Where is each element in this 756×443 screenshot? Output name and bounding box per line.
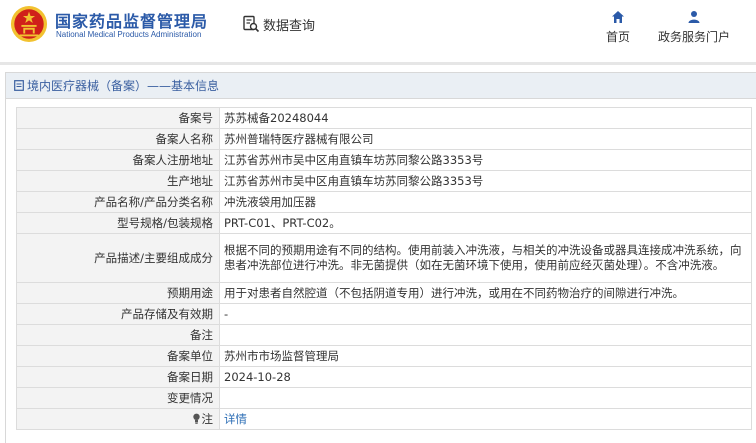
field-label: 备案人名称 bbox=[16, 128, 220, 150]
note-label-cell: 注 bbox=[16, 408, 220, 430]
basic-info-table: 备案号 苏苏械备20248044 备案人名称 苏州普瑞特医疗器械有限公司 备案人注册地址… bbox=[16, 107, 752, 430]
nav-home-label: 首页 bbox=[605, 30, 630, 44]
list-icon bbox=[14, 80, 24, 91]
field-label: 备案单位 bbox=[16, 345, 220, 367]
table-row: 备注 bbox=[16, 324, 752, 346]
site-header: 国家药品监督管理局 National Medical Products Admi… bbox=[0, 0, 756, 65]
field-label: 备案日期 bbox=[16, 366, 220, 388]
field-value bbox=[219, 387, 752, 409]
panel-header: 境内医疗器械（备案）——基本信息 bbox=[6, 73, 756, 99]
field-label: 产品存储及有效期 bbox=[16, 303, 220, 325]
table-row: 预期用途 用于对患者自然腔道（不包括阴道专用）进行冲洗，或用在不同药物治疗的间隙进… bbox=[16, 282, 752, 304]
field-value bbox=[219, 324, 752, 346]
note-label: 注 bbox=[201, 411, 214, 426]
document-search-icon bbox=[243, 15, 260, 33]
user-icon bbox=[688, 11, 700, 23]
bulb-icon bbox=[192, 413, 200, 424]
table-row: 备案人注册地址 江苏省苏州市吴中区甪直镇车坊苏同黎公路3353号 bbox=[16, 149, 752, 171]
table-row: 产品名称/产品分类名称 冲洗液袋用加压器 bbox=[16, 191, 752, 213]
field-value: 苏苏械备20248044 bbox=[219, 107, 752, 129]
field-label: 产品名称/产品分类名称 bbox=[16, 191, 220, 213]
field-label: 生产地址 bbox=[16, 170, 220, 192]
field-value: PRT-C01、PRT-C02。 bbox=[219, 212, 752, 234]
details-link[interactable]: 详情 bbox=[224, 412, 247, 426]
org-name-cn: 国家药品监督管理局 bbox=[55, 12, 209, 31]
field-label: 产品描述/主要组成成分 bbox=[16, 233, 220, 283]
table-row: 备案单位 苏州市市场监督管理局 bbox=[16, 345, 752, 367]
field-value: 根据不同的预期用途有不同的结构。使用前装入冲洗液，与相关的冲洗设备或器具连接成冲… bbox=[219, 233, 752, 283]
field-label: 备案号 bbox=[16, 107, 220, 129]
table-row: 型号规格/包装规格 PRT-C01、PRT-C02。 bbox=[16, 212, 752, 234]
nav-service-label: 政务服务门户 bbox=[657, 30, 730, 44]
table-row: 备案号 苏苏械备20248044 bbox=[16, 107, 752, 129]
nav-service-portal[interactable]: 政务服务门户 bbox=[654, 10, 734, 45]
data-query-link[interactable]: 数据查询 bbox=[242, 14, 315, 34]
table-row: 产品描述/主要组成成分 根据不同的预期用途有不同的结构。使用前装入冲洗液，与相关的… bbox=[16, 233, 752, 283]
field-label: 备案人注册地址 bbox=[16, 149, 220, 171]
field-label: 预期用途 bbox=[16, 282, 220, 304]
header-divider bbox=[0, 62, 756, 65]
table-row-note: 注 详情 bbox=[16, 408, 752, 430]
national-emblem-icon bbox=[10, 5, 48, 43]
home-icon bbox=[612, 11, 624, 23]
field-label: 变更情况 bbox=[16, 387, 220, 409]
table-row: 变更情况 bbox=[16, 387, 752, 409]
table-row: 备案人名称 苏州普瑞特医疗器械有限公司 bbox=[16, 128, 752, 150]
field-value: 冲洗液袋用加压器 bbox=[219, 191, 752, 213]
field-value: 苏州普瑞特医疗器械有限公司 bbox=[219, 128, 752, 150]
field-value: 用于对患者自然腔道（不包括阴道专用）进行冲洗，或用在不同药物治疗的间隙进行冲洗。 bbox=[219, 282, 752, 304]
field-label: 备注 bbox=[16, 324, 220, 346]
field-value: 苏州市市场监督管理局 bbox=[219, 345, 752, 367]
field-value: 江苏省苏州市吴中区甪直镇车坊苏同黎公路3353号 bbox=[219, 149, 752, 171]
note-value-cell: 详情 bbox=[219, 408, 752, 430]
field-value: 2024-10-28 bbox=[219, 366, 752, 388]
field-value: - bbox=[219, 303, 752, 325]
field-value: 江苏省苏州市吴中区甪直镇车坊苏同黎公路3353号 bbox=[219, 170, 752, 192]
nav-home[interactable]: 首页 bbox=[578, 10, 658, 45]
panel-title: 境内医疗器械（备案）——基本信息 bbox=[27, 79, 220, 93]
table-row: 生产地址 江苏省苏州市吴中区甪直镇车坊苏同黎公路3353号 bbox=[16, 170, 752, 192]
info-panel: 境内医疗器械（备案）——基本信息 备案号 苏苏械备20248044 备案人名称 苏州普… bbox=[5, 72, 756, 443]
org-name-en: National Medical Products Administration bbox=[56, 30, 202, 39]
table-row: 产品存储及有效期 - bbox=[16, 303, 752, 325]
table-row: 备案日期 2024-10-28 bbox=[16, 366, 752, 388]
data-query-label: 数据查询 bbox=[263, 18, 316, 34]
field-label: 型号规格/包装规格 bbox=[16, 212, 220, 234]
